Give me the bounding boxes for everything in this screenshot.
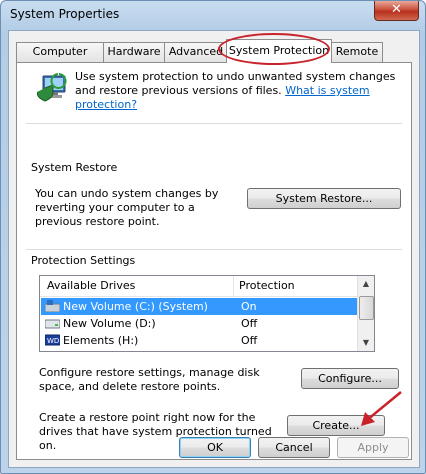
intro-text: Use system protection to undo unwanted s…: [75, 70, 401, 112]
configure-text: Configure restore settings, manage disk …: [39, 366, 260, 393]
drive-name: New Volume (C:) (System): [63, 300, 208, 313]
tab-hardware[interactable]: Hardware: [103, 42, 165, 62]
system-restore-text: You can undo system changes by reverting…: [35, 187, 219, 228]
drive-name: Elements (H:): [63, 334, 139, 347]
system-protection-panel: Use system protection to undo unwanted s…: [16, 62, 412, 460]
svg-text:WD: WD: [47, 337, 59, 345]
configure-button[interactable]: Configure...: [301, 368, 399, 389]
column-available-drives[interactable]: Available Drives: [47, 279, 135, 292]
scroll-thumb[interactable]: [359, 296, 374, 320]
scroll-up-icon[interactable]: ▲: [358, 276, 374, 292]
system-drive-icon: [45, 300, 60, 312]
list-item[interactable]: New Volume (D:) Off: [41, 315, 361, 332]
column-divider: [233, 276, 234, 296]
tab-system-protection[interactable]: System Protection: [226, 39, 332, 63]
system-restore-heading: System Restore: [31, 161, 118, 174]
hard-drive-icon: [45, 319, 60, 329]
dialog-client: Computer Name Hardware Advanced System P…: [8, 30, 420, 468]
title-bar[interactable]: System Properties ✕: [1, 1, 425, 29]
drives-list[interactable]: Available Drives Protection New Volume (…: [39, 275, 375, 352]
list-item[interactable]: New Volume (C:) (System) On: [41, 298, 361, 315]
drive-name: New Volume (D:): [63, 317, 156, 330]
window-title: System Properties: [10, 7, 120, 21]
apply-button[interactable]: Apply: [337, 437, 409, 458]
tab-computer-name[interactable]: Computer Name: [16, 42, 104, 76]
system-properties-window: System Properties ✕ Computer Name Hardwa…: [0, 0, 426, 474]
scroll-down-icon[interactable]: ▼: [358, 335, 374, 351]
drive-protection: Off: [241, 317, 258, 330]
drive-protection: Off: [241, 334, 258, 347]
external-drive-icon: WD: [45, 334, 60, 346]
drive-protection: On: [241, 300, 257, 313]
divider: [26, 249, 402, 250]
tab-advanced[interactable]: Advanced: [164, 42, 228, 62]
annotation-arrow-icon: [361, 391, 402, 426]
list-header: Available Drives Protection: [40, 276, 360, 297]
tab-remote[interactable]: Remote: [331, 42, 383, 62]
list-scrollbar[interactable]: ▲ ▼: [357, 276, 374, 351]
list-item[interactable]: WD Elements (H:) Off: [41, 332, 361, 349]
close-button[interactable]: ✕: [374, 1, 419, 21]
system-protection-icon: [37, 73, 67, 102]
ok-button[interactable]: OK: [179, 437, 251, 458]
cancel-button[interactable]: Cancel: [258, 437, 330, 458]
protection-settings-heading: Protection Settings: [31, 254, 136, 267]
system-restore-button[interactable]: System Restore...: [247, 188, 401, 209]
divider: [26, 123, 402, 124]
column-protection[interactable]: Protection: [239, 279, 295, 292]
